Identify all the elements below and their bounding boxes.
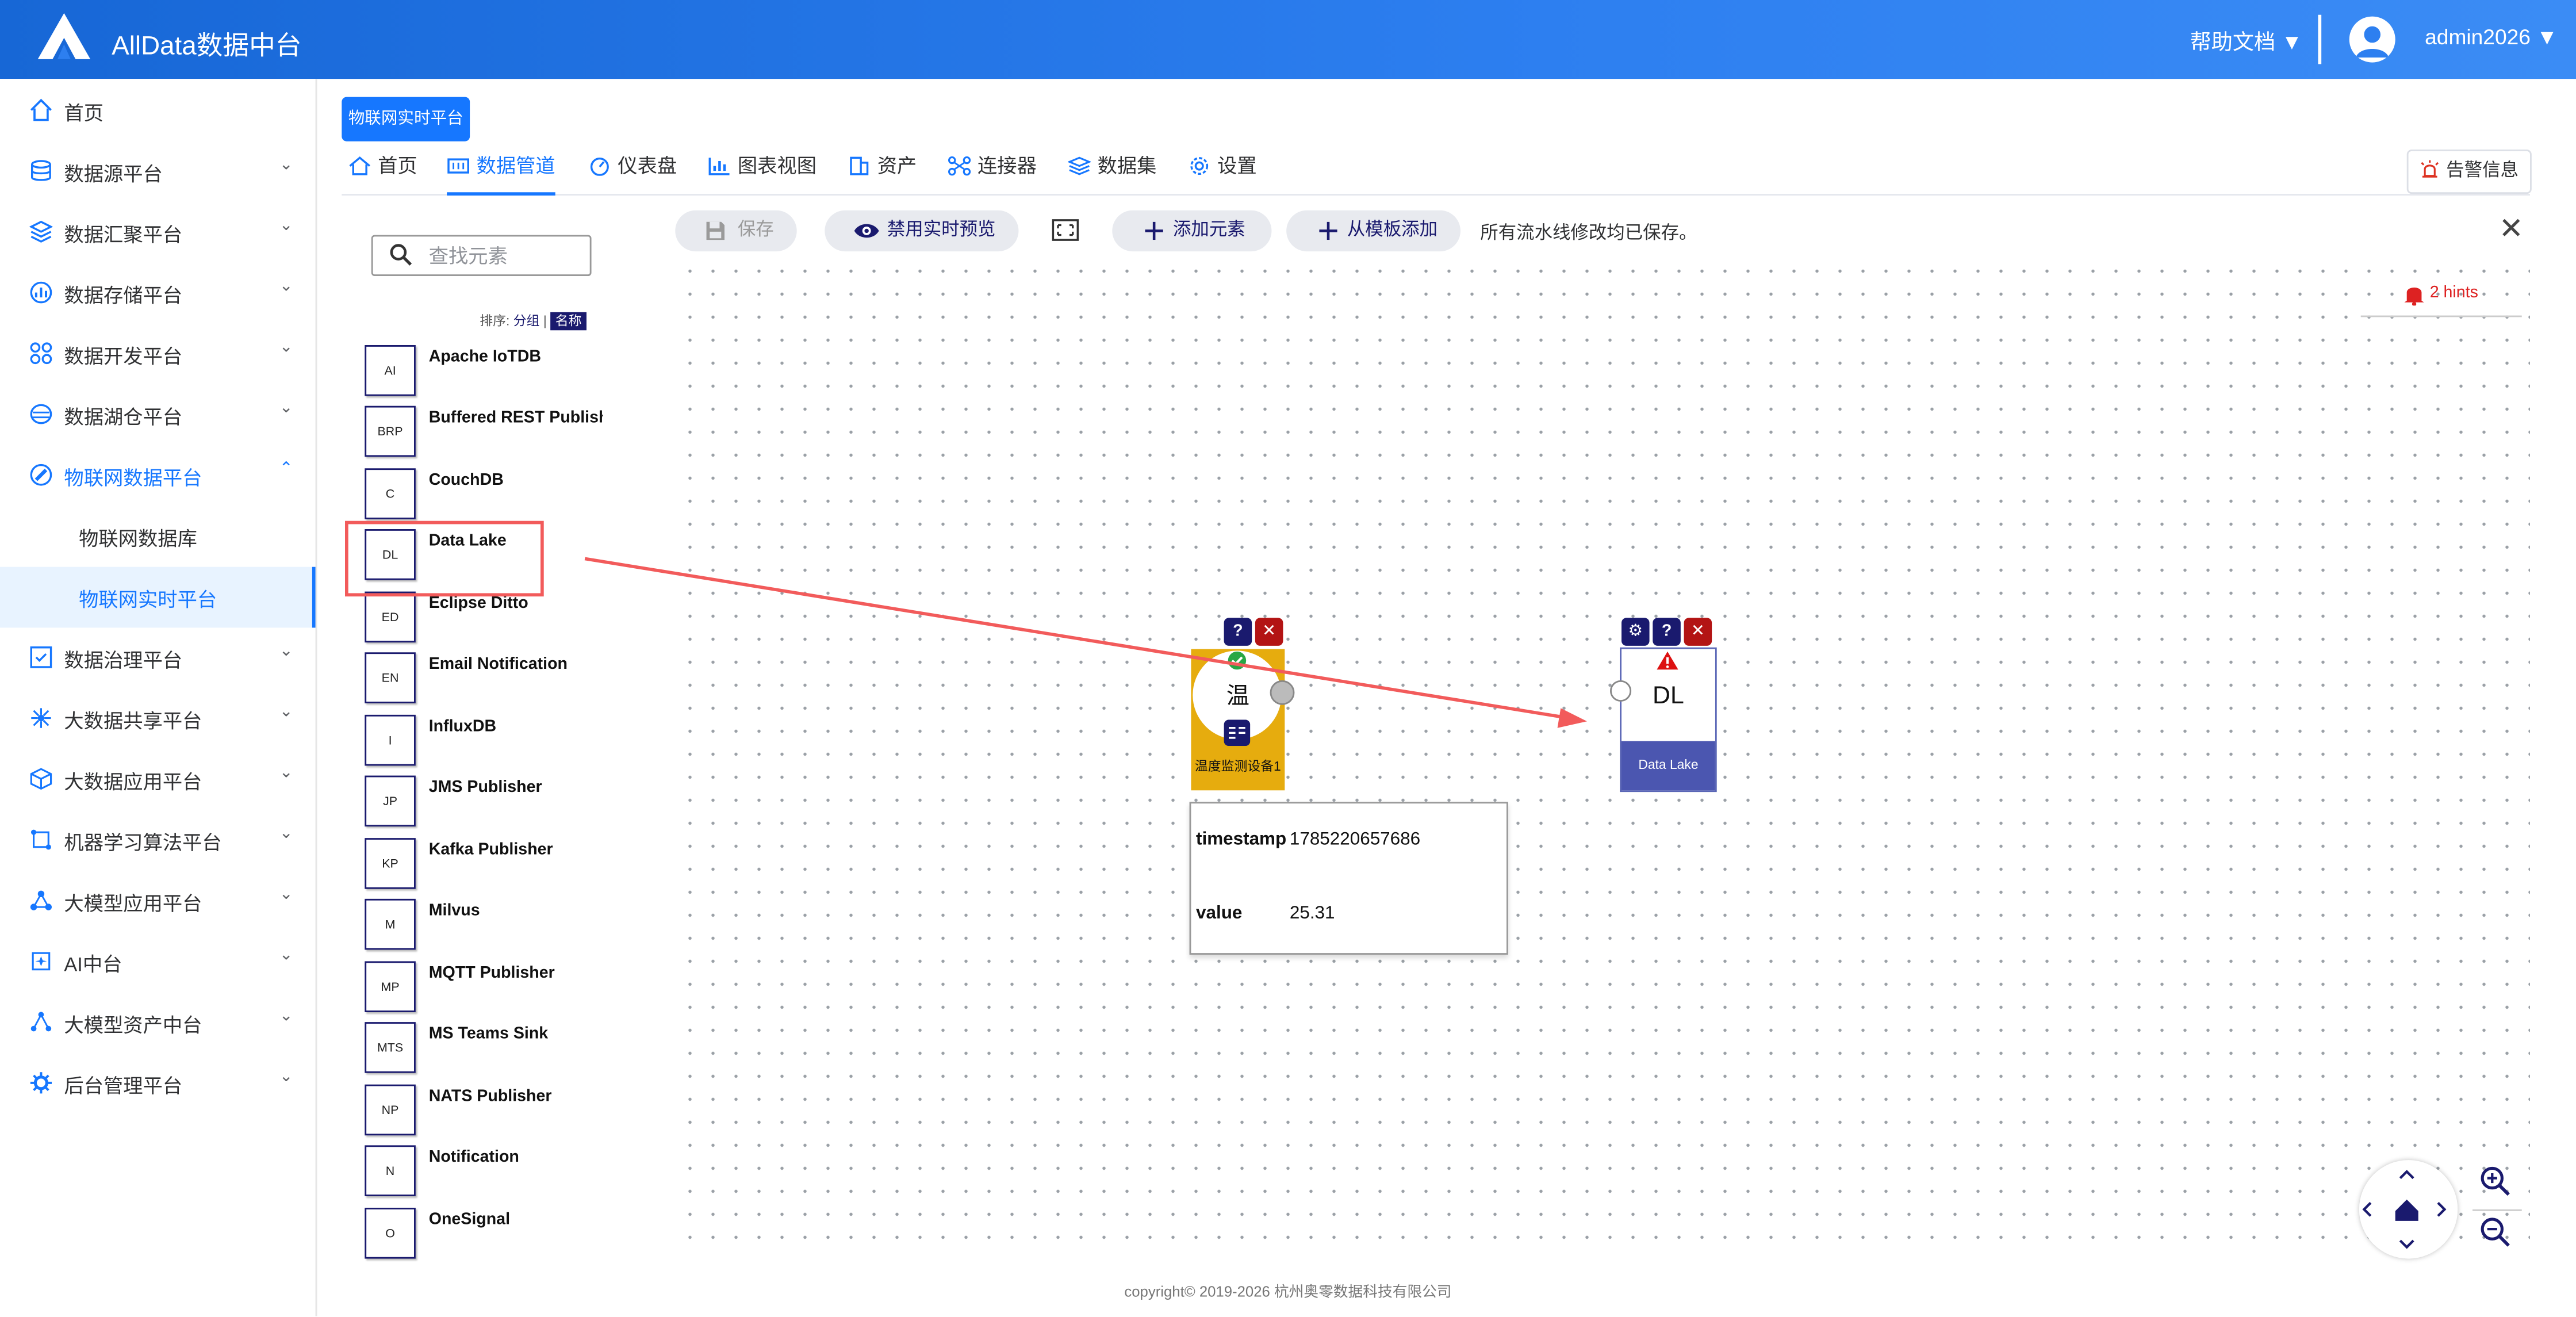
zoom-in-icon <box>2481 1166 2510 1196</box>
page-footer: copyright© 2019-2026 杭州奥零数据科技有限公司 <box>1124 1283 1452 1300</box>
zoom-in-button[interactable] <box>2474 1160 2517 1203</box>
zoom-out-button[interactable] <box>2474 1211 2517 1254</box>
canvas-pan-control <box>2359 1160 2458 1259</box>
pan-arrows-icon <box>2362 1170 2447 1249</box>
drag-arrow <box>584 557 1587 728</box>
zoom-out-icon <box>2481 1218 2510 1247</box>
